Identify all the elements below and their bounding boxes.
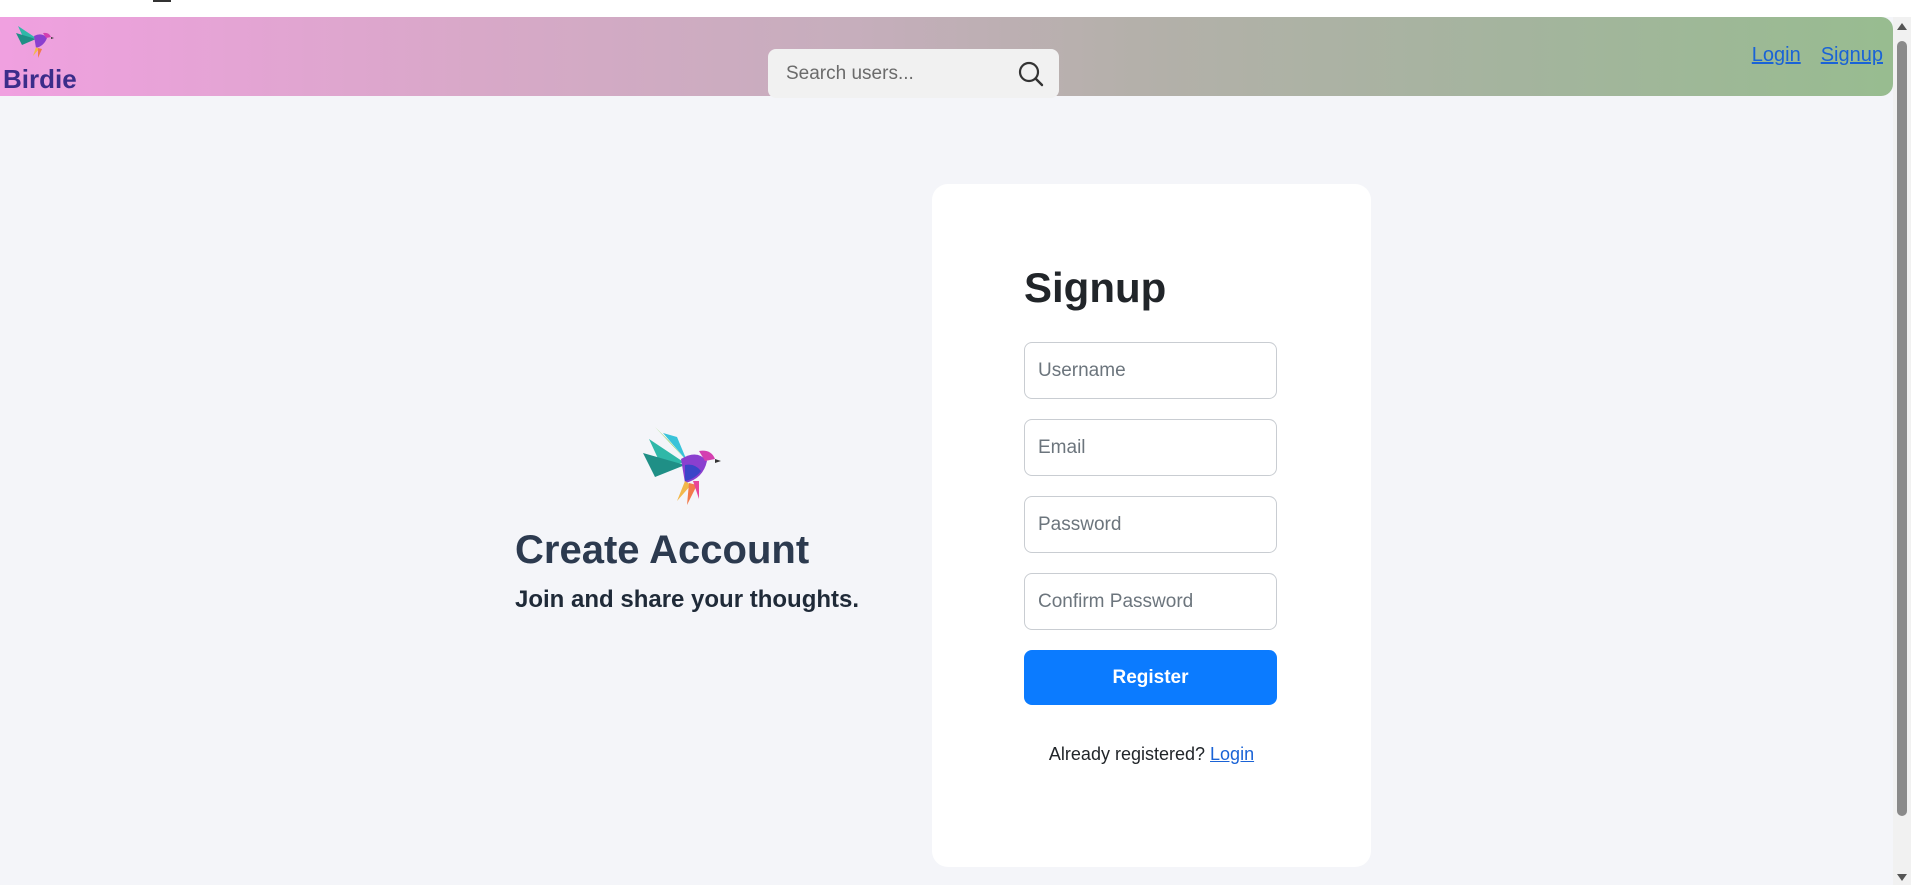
confirm-password-field[interactable] [1024, 573, 1277, 630]
scroll-up-arrow-icon[interactable] [1897, 23, 1907, 30]
search-box [768, 49, 1059, 98]
form-login-link[interactable]: Login [1210, 744, 1254, 764]
navbar: Birdie Login Signup [0, 17, 1893, 98]
hero-subtitle: Join and share your thoughts. [515, 586, 860, 613]
signup-card: Signup Register Already registered? Logi… [932, 184, 1371, 867]
already-registered-row: Already registered? Login [932, 744, 1371, 765]
brand-name: Birdie [3, 64, 77, 94]
nav-links: Login Signup [1752, 44, 1883, 67]
email-field[interactable] [1024, 419, 1277, 476]
scrollbar-thumb[interactable] [1897, 41, 1907, 816]
nav-login-link[interactable]: Login [1752, 44, 1801, 67]
signup-title: Signup [1024, 264, 1167, 311]
password-field[interactable] [1024, 496, 1277, 553]
hummingbird-logo-icon [16, 21, 54, 58]
search-icon[interactable] [1017, 60, 1045, 88]
nav-signup-link[interactable]: Signup [1821, 44, 1883, 67]
search-input[interactable] [784, 61, 1004, 86]
brand[interactable]: Birdie [3, 19, 83, 94]
cursor-mark [153, 0, 171, 2]
hero-title: Create Account [515, 528, 810, 572]
register-button[interactable]: Register [1024, 650, 1277, 705]
vertical-scrollbar[interactable] [1893, 17, 1911, 885]
scroll-down-arrow-icon[interactable] [1897, 874, 1907, 881]
browser-top-strip [0, 0, 1911, 17]
hummingbird-logo-icon [643, 427, 721, 505]
username-field[interactable] [1024, 342, 1277, 399]
already-registered-text: Already registered? [1048, 744, 1206, 764]
